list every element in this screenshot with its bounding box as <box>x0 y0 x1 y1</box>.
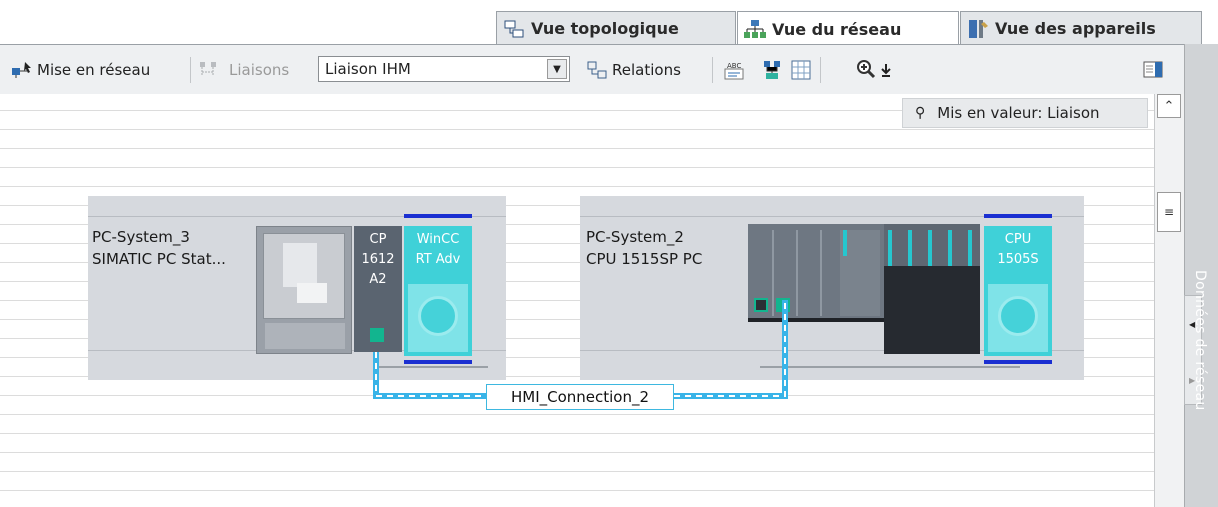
pin-icon[interactable]: ⚲ <box>915 105 925 121</box>
disc-icon <box>418 296 458 336</box>
relations-button[interactable]: Relations <box>612 59 681 81</box>
network-mode-button[interactable]: Mise en réseau <box>37 59 150 81</box>
network-toolbar: Mise en réseau Liaisons Liaison IHM ▼ Re… <box>0 44 1218 94</box>
panel-toggle-icon[interactable] <box>1142 59 1163 79</box>
network-view-icon <box>744 18 766 40</box>
et200sp-station-image <box>748 224 980 354</box>
address-view-icon[interactable]: ABC <box>723 59 744 80</box>
scroll-up-button[interactable]: ⌃ <box>1157 94 1181 118</box>
highlight-indicator: ⚲ Mis en valeur: Liaison <box>902 98 1148 128</box>
tab-device-label: Vue des appareils <box>995 19 1156 38</box>
device-pc-system-2[interactable]: PC-System_2 CPU 1515SP PC CPU 1505S <box>580 196 1084 380</box>
tab-network-label: Vue du réseau <box>772 19 902 39</box>
scroll-thumb[interactable]: ≡ <box>1157 192 1181 232</box>
cpu-line-1: CPU <box>1004 232 1032 247</box>
topology-view-icon <box>503 18 525 40</box>
wincc-line-1: WinCC <box>416 232 460 247</box>
connections-label: Liaisons <box>229 61 290 79</box>
grid-icon[interactable] <box>790 59 811 80</box>
connections-button[interactable]: Liaisons <box>229 59 289 81</box>
ethernet-port-1[interactable] <box>754 298 768 312</box>
view-tabbar: Vue topologique Vue du réseau Vue des ap… <box>0 0 1218 46</box>
device-type-text: SIMATIC PC Stat... <box>92 250 226 268</box>
tab-device-view[interactable]: Vue des appareils <box>960 11 1202 45</box>
cp-line-3: A2 <box>369 272 387 287</box>
toolbar-separator <box>190 57 191 83</box>
wincc-module[interactable]: WinCC RT Adv <box>402 214 474 364</box>
device-name-text: PC-System_3 <box>92 228 190 246</box>
toolbar-separator <box>820 57 821 83</box>
device-name: PC-System_2 CPU 1515SP PC <box>586 226 702 270</box>
cp-line-2: 1612 <box>361 252 395 267</box>
cpu-line-2: 1505S <box>997 252 1039 267</box>
connections-icon <box>198 60 218 80</box>
zoom-in-icon[interactable] <box>856 59 876 79</box>
connection-label[interactable]: HMI_Connection_2 <box>486 384 674 410</box>
tab-topology-view[interactable]: Vue topologique <box>496 11 736 45</box>
cp-line-1: CP <box>369 232 387 247</box>
pc-station-image <box>256 226 352 354</box>
device-pc-system-3[interactable]: PC-System_3 SIMATIC PC Stat... CP 1612 A… <box>88 196 506 380</box>
ethernet-port[interactable] <box>370 328 384 342</box>
device-name: PC-System_3 SIMATIC PC Stat... <box>92 226 226 270</box>
connection-type-value: Liaison IHM <box>325 60 411 78</box>
cp-module[interactable]: CP 1612 A2 <box>354 226 402 352</box>
relations-label: Relations <box>612 61 681 79</box>
zoom-dropdown-icon[interactable] <box>880 61 892 81</box>
toolbar-separator <box>712 57 713 83</box>
device-view-icon <box>967 18 989 40</box>
disc-icon <box>998 296 1038 336</box>
wincc-line-2: RT Adv <box>415 252 461 267</box>
tab-topology-label: Vue topologique <box>531 19 679 38</box>
cpu-module[interactable]: CPU 1505S <box>982 214 1054 364</box>
vertical-scrollbar[interactable]: ⌃ ≡ <box>1154 94 1184 507</box>
highlight-text: Mis en valeur: Liaison <box>937 104 1100 122</box>
connection-type-select[interactable]: Liaison IHM ▼ <box>318 56 570 82</box>
network-mode-icon[interactable] <box>11 60 31 80</box>
network-data-label: Données de réseau <box>1192 270 1208 411</box>
relations-icon <box>586 60 607 80</box>
device-name-text: PC-System_2 <box>586 228 684 246</box>
device-type-text: CPU 1515SP PC <box>586 250 703 268</box>
ethernet-port-2[interactable] <box>776 298 790 312</box>
network-overview-icon[interactable] <box>762 59 782 79</box>
network-mode-label: Mise en réseau <box>37 61 151 79</box>
chevron-down-icon[interactable]: ▼ <box>547 59 567 79</box>
tab-network-view[interactable]: Vue du réseau <box>737 11 959 46</box>
network-editor: Vue topologique Vue du réseau Vue des ap… <box>0 0 1218 507</box>
